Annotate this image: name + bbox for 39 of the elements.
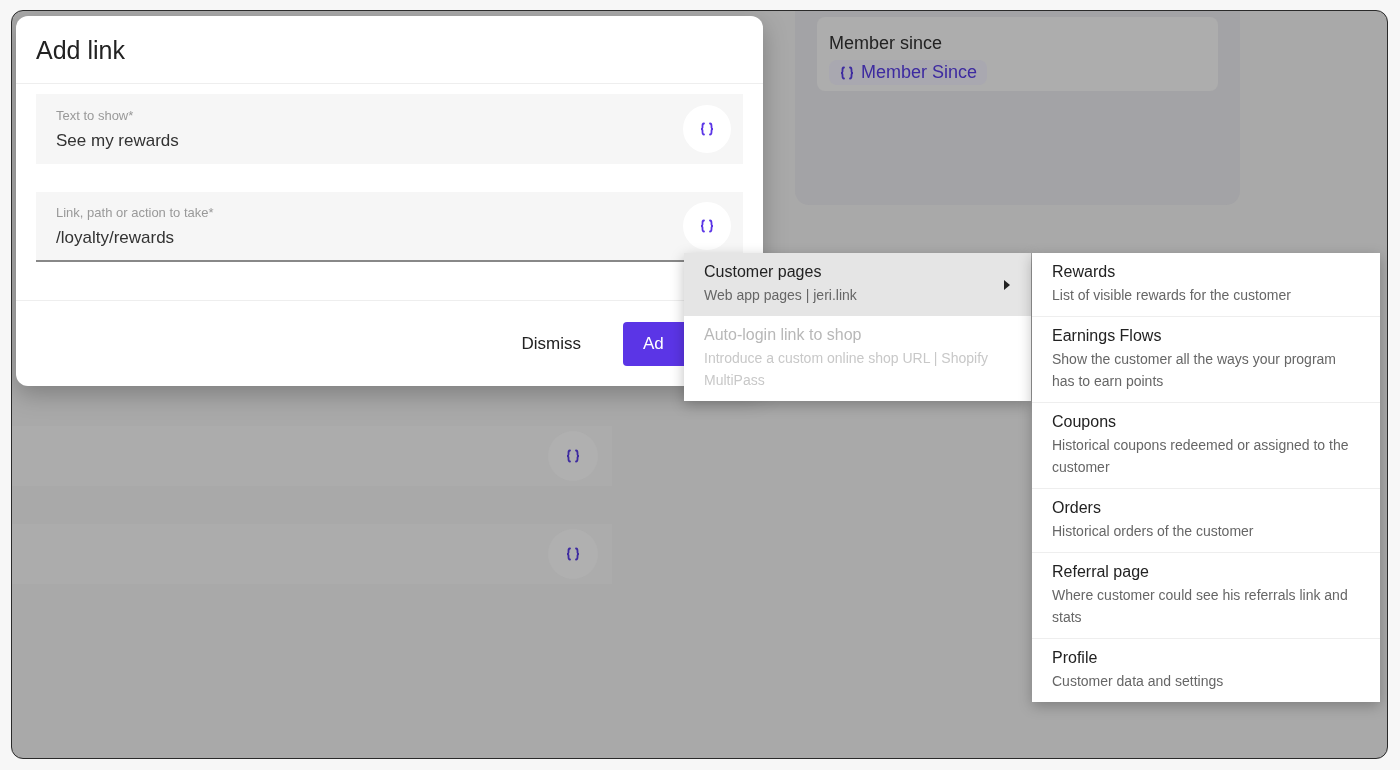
field-label: Link, path or action to take*	[56, 204, 215, 220]
menu-item-title: Earnings Flows	[1052, 327, 1163, 345]
dismiss-button[interactable]: Dismiss	[501, 321, 601, 366]
field-value: /loyalty/rewards	[56, 227, 176, 248]
menu-item-subtitle: List of visible rewards for the customer	[1052, 286, 1292, 305]
menu-item-title: Profile	[1052, 649, 1099, 667]
menu-item-title: Customer pages	[704, 263, 823, 281]
menu-item[interactable]: Customer pages Web app pages | jeri.link	[684, 253, 1031, 316]
menu-item-subtitle: Customer data and settings	[1052, 672, 1225, 691]
menu-item[interactable]: Coupons Historical coupons redeemed or assigned to the customer	[1032, 402, 1380, 488]
menu-item-subtitle: Where customer could see his referrals link and stats	[1052, 586, 1349, 627]
variable-chip[interactable]: Member Since	[829, 60, 988, 85]
curly-braces-icon	[565, 448, 581, 464]
field-value: See my rewards	[56, 130, 180, 151]
input-field[interactable]: Text to show* See my rewards	[36, 94, 743, 164]
curly-braces-icon	[699, 121, 715, 137]
variable-button[interactable]	[683, 105, 731, 153]
dialog-title: Add link	[16, 16, 763, 84]
menu-item-title: Coupons	[1052, 413, 1118, 431]
menu-item-title: Rewards	[1052, 263, 1117, 281]
submenu-arrow-icon	[1003, 278, 1011, 291]
menu-item[interactable]: Earnings Flows Show the customer all the ways your program has to earn points	[1032, 316, 1380, 402]
menu-item[interactable]: Profile Customer data and settings	[1032, 638, 1380, 702]
menu-item-subtitle: Historical coupons redeemed or assigned to the customer	[1052, 436, 1350, 477]
menu-item-subtitle: Historical orders of the customer	[1052, 522, 1255, 541]
menu-item-subtitle: Show the customer all the ways your program has to earn points	[1052, 350, 1337, 391]
card-label: Member since	[829, 33, 943, 54]
input-field[interactable]: Link, path or action to take* /loyalty/rewards	[36, 192, 743, 262]
menu-item-title: Referral page	[1052, 563, 1150, 581]
variable-button[interactable]	[683, 202, 731, 250]
menu-item[interactable]: Orders Historical orders of the customer	[1032, 488, 1380, 552]
curly-braces-icon	[565, 546, 581, 562]
menu-item[interactable]: Rewards List of visible rewards for the customer	[1032, 253, 1380, 316]
menu-item-subtitle: Web app pages | jeri.link	[704, 286, 858, 305]
curly-braces-icon	[699, 218, 715, 234]
field-label: Text to show*	[56, 107, 135, 123]
menu-item-title: Orders	[1052, 499, 1102, 517]
curly-braces-icon	[839, 64, 855, 81]
menu-item[interactable]: Referral page Where customer could see his referrals link and stats	[1032, 552, 1380, 638]
